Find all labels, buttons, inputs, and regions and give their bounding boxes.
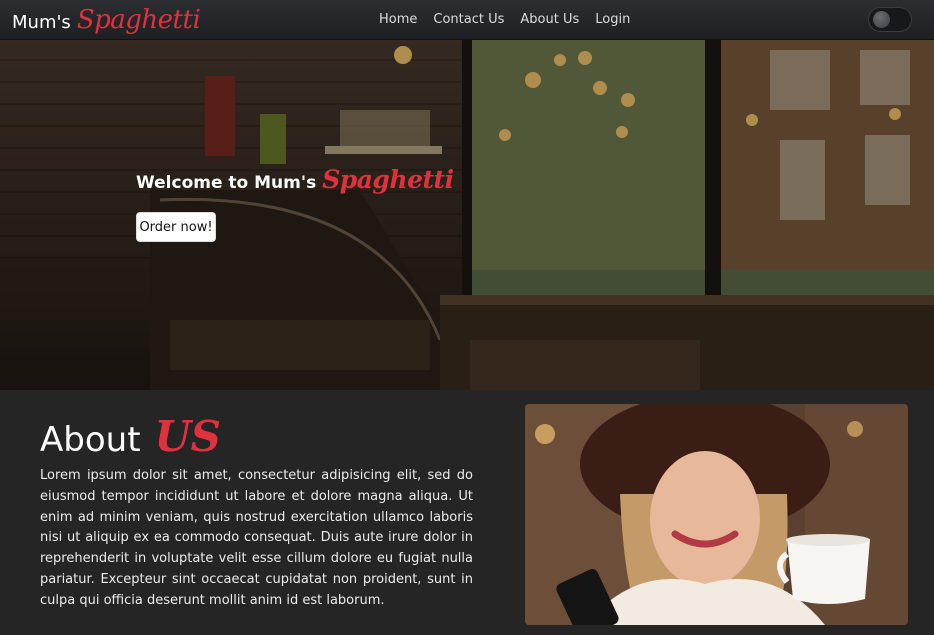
about-heading-accent: US <box>154 412 221 461</box>
hero-title-accent: Spaghetti <box>322 165 454 194</box>
hero-title: Welcome to Mum's Spaghetti <box>136 165 454 194</box>
nav-link-contact-us[interactable]: Contact Us <box>425 0 512 40</box>
theme-toggle[interactable] <box>868 7 912 32</box>
nav-link-about-us[interactable]: About Us <box>512 0 587 40</box>
brand-main-text: Mum's <box>12 12 71 33</box>
nav-link-home[interactable]: Home <box>371 0 425 40</box>
nav-links: Home Contact Us About Us Login <box>371 0 638 40</box>
about-heading-text: About <box>40 420 141 460</box>
about-photo <box>525 404 908 625</box>
theme-toggle-icon <box>873 11 890 28</box>
about-paragraph: Lorem ipsum dolor sit amet, consectetur … <box>40 468 473 608</box>
nav-link-login[interactable]: Login <box>587 0 638 40</box>
hero-title-text: Welcome to Mum's <box>136 173 317 193</box>
brand-accent-text: Spaghetti <box>76 5 201 35</box>
order-now-button[interactable]: Order now! <box>136 212 216 242</box>
woman-with-coffee-image <box>525 404 908 625</box>
about-section: About US Lorem ipsum dolor sit amet, con… <box>0 390 934 635</box>
hero-banner: Welcome to Mum's Spaghetti Order now! <box>0 40 934 390</box>
brand-logo[interactable]: Mum's Spaghetti <box>12 4 201 36</box>
about-heading: About US <box>40 412 221 461</box>
navbar: Mum's Spaghetti Home Contact Us About Us… <box>0 0 934 40</box>
